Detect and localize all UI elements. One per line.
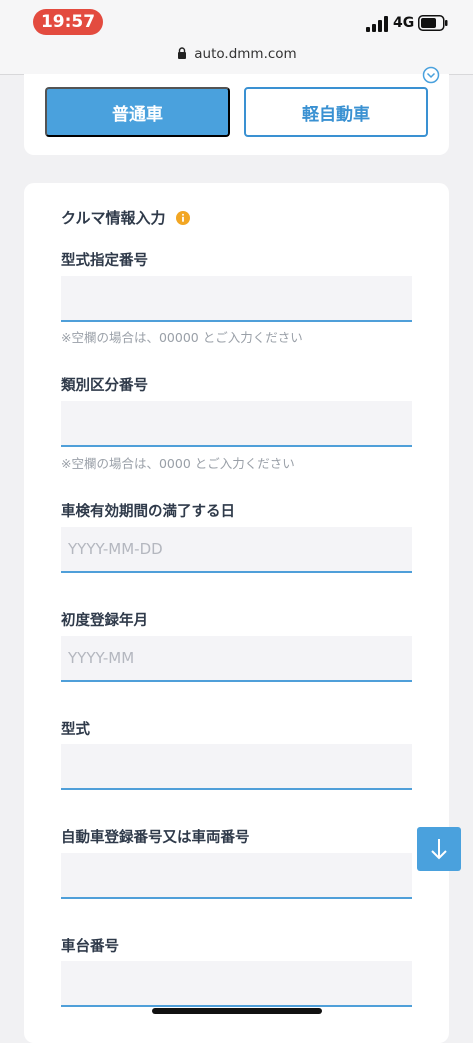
classification-number-hint: ※空欄の場合は、0000 とご入力ください	[61, 456, 295, 471]
chassis-number-input[interactable]	[61, 961, 412, 1007]
registration-number-input[interactable]	[61, 853, 412, 899]
chassis-number-label: 車台番号	[61, 939, 119, 955]
model-label: 型式	[61, 722, 90, 738]
scroll-down-button[interactable]	[417, 827, 461, 871]
section-title-text: クルマ情報入力	[61, 209, 166, 227]
info-icon[interactable]	[175, 210, 190, 225]
model-designation-number-input[interactable]	[61, 276, 412, 322]
inspection-expiry-date-label: 車検有効期間の満了する日	[61, 504, 235, 520]
model-designation-number-label: 型式指定番号	[61, 253, 148, 269]
status-time[interactable]: 19:57	[33, 9, 103, 35]
vehicle-type-kei-button[interactable]: 軽自動車	[244, 87, 428, 137]
url-text: auto.dmm.com	[194, 46, 297, 62]
registration-number-label: 自動車登録番号又は車両番号	[61, 830, 250, 846]
model-designation-number-hint: ※空欄の場合は、00000 とご入力ください	[61, 330, 303, 345]
lock-icon	[178, 47, 187, 59]
model-input[interactable]	[61, 744, 412, 790]
arrow-down-icon	[431, 839, 447, 860]
vehicle-type-standard-button[interactable]: 普通車	[45, 87, 230, 137]
first-registration-month-label: 初度登録年月	[61, 613, 148, 629]
cellular-signal-icon	[366, 16, 388, 32]
classification-number-input[interactable]	[61, 401, 412, 447]
home-indicator[interactable]	[152, 1008, 322, 1014]
section-title: クルマ情報入力	[61, 207, 190, 228]
first-registration-month-input[interactable]	[61, 636, 412, 682]
classification-number-label: 類別区分番号	[61, 378, 148, 394]
network-type: 4G	[393, 15, 415, 31]
chevron-up-circle-icon[interactable]	[422, 66, 440, 84]
url-display[interactable]: auto.dmm.com	[0, 46, 473, 62]
battery-icon	[418, 15, 448, 31]
status-bar: 19:57 4G	[0, 0, 473, 44]
url-bar[interactable]: auto.dmm.com	[0, 44, 473, 75]
inspection-expiry-date-input[interactable]	[61, 527, 412, 573]
